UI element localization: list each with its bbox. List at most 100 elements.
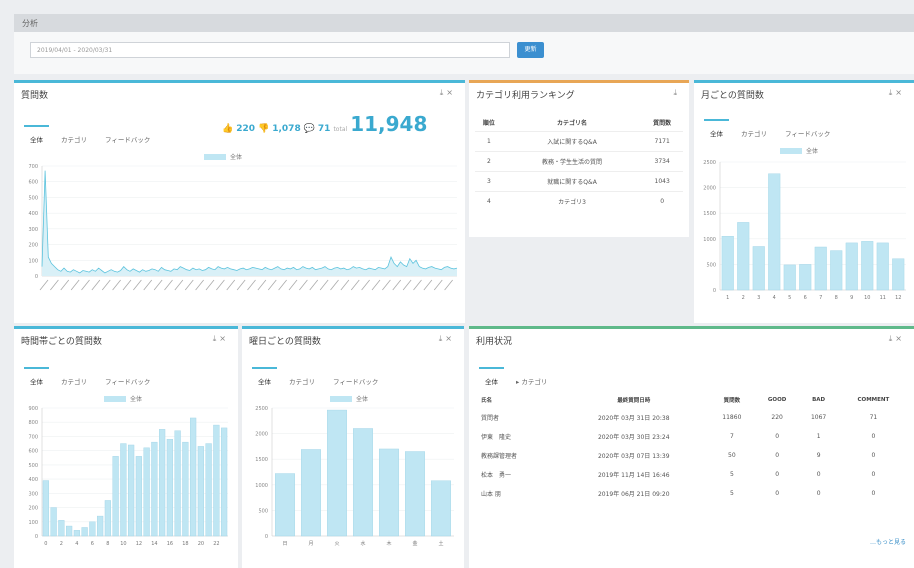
y-tick-label: 0 [35,534,38,540]
tab-category[interactable]: ▸ カテゴリ [514,374,549,388]
tab-feedback[interactable]: フィードバック [103,374,152,388]
bar [830,250,843,291]
bar [50,507,57,537]
panel-title: 月ごとの質問数 [701,91,764,101]
bar [768,173,781,291]
x-tick-label: 火 [334,541,339,547]
y-tick-label: 200 [28,506,38,512]
bar [135,456,142,537]
column-header-comment[interactable]: COMMENT [838,392,909,408]
x-tick-label: 12 [136,541,142,547]
tab-category[interactable]: カテゴリ [59,132,89,146]
rank-cell: 1 [475,131,503,152]
y-tick-label: 900 [28,406,38,412]
column-header-bad[interactable]: BAD [799,392,837,408]
bar [221,427,228,537]
feedback-stats: 👍 220 👎 1,078 💬 71 total 11,948 [222,112,427,136]
x-tick-label [371,279,381,291]
column-header-last-date[interactable]: 最終質問日時 [559,392,709,408]
table-row: 伊東 隆史 2020年 03月 30日 23:24 7 0 1 0 [479,427,909,446]
tab-feedback[interactable]: フィードバック [331,374,380,388]
date-range-input[interactable]: 2019/04/01 - 2020/03/31 [30,42,510,58]
panel-accent [469,80,689,83]
bar [166,439,173,537]
hourly-tabs: 全体 カテゴリ フィードバック [24,367,152,388]
bad-cell: 9 [816,452,821,459]
column-header-name[interactable]: 氏名 [479,392,559,408]
count-cell: 7 [729,433,734,440]
tab-feedback[interactable]: フィードバック [103,132,152,146]
x-tick-label [70,279,80,291]
tab-category[interactable]: カテゴリ [739,126,769,140]
monthly-bar-chart: 050010001500200025001 2 3 4 5 6 7 8 9 10 11 12 [703,160,906,301]
more-link[interactable]: …もっと見る [870,537,906,546]
page-title: 分析 [22,19,38,28]
close-icon[interactable]: × [445,334,455,343]
y-tick-label: 500 [28,463,38,469]
tab-feedback[interactable]: フィードバック [783,126,832,140]
x-tick-label [226,279,236,291]
comment-cell: 0 [871,490,876,497]
y-tick-label: 500 [258,508,268,514]
tab-all[interactable]: 全体 [252,367,277,388]
comment-cell: 0 [871,433,876,440]
download-icon[interactable]: ⤓ [673,88,680,97]
close-icon[interactable]: × [446,88,456,97]
tab-all[interactable]: 全体 [479,367,504,388]
x-tick-label [122,279,132,291]
bar [143,447,150,537]
bar [783,264,796,291]
hourly-bar-chart: 0 100 200 300 400 500 600 700 800 900 0 2 4 6 8 10 12 14 1… [28,406,228,547]
close-icon[interactable]: × [895,334,905,343]
questions-line-chart: 0 100 200 300 400 500 600 700 [28,164,458,291]
count-cell: 7171 [641,131,683,152]
tab-all[interactable]: 全体 [24,367,49,388]
panel-title: 利用状況 [476,337,513,347]
table-row: 松本 勇一 2019年 11月 14日 16:46 5 0 0 0 [479,465,909,484]
table-row: 1 入試に関するQ&A 7171 [475,131,683,152]
panel-controls: ⤓× [440,88,456,98]
column-header-count[interactable]: 質問数 [709,392,755,408]
x-tick-label [382,279,391,291]
date-cell: 2019年 11月 14日 16:46 [597,472,670,479]
date-cell: 2020年 03月 30日 23:24 [597,434,670,441]
close-icon[interactable]: × [219,334,229,343]
count-cell: 0 [641,191,683,211]
panel-controls: ⤓ [673,88,680,98]
bar [112,456,119,537]
hourly-panel: 時間帯ごとの質問数 ⤓× 全体 カテゴリ フィードバック 全体 0 100 200 3… [14,326,238,568]
panel-accent [469,326,914,329]
bar [301,449,321,537]
x-tick-label [433,279,443,291]
y-tick-label: 300 [28,227,38,233]
close-icon[interactable]: × [895,88,905,97]
bar [89,521,96,537]
tab-category[interactable]: カテゴリ [59,374,89,388]
x-tick-label [216,279,225,291]
x-tick-label [402,279,412,291]
y-tick-label: 0 [265,534,268,540]
ranking-panel: カテゴリ利用ランキング ⤓ 順位 カテゴリ名 質問数 1 入試に関するQ&A 717… [469,80,689,237]
bar [190,417,197,537]
name-cell: 松本 勇一 [481,472,512,479]
bad-count: 1,078 [272,124,301,134]
y-tick-label: 200 [28,243,38,249]
total-count: 11,948 [350,112,428,136]
apply-button[interactable]: 更新 [517,42,544,58]
x-tick-label: 日 [282,541,287,547]
panel-title: 時間帯ごとの質問数 [21,337,102,347]
x-tick-label [143,279,153,291]
bar [42,480,49,537]
tab-all[interactable]: 全体 [704,119,729,140]
questions-panel: 質問数 ⤓× 全体 カテゴリ フィードバック 👍 220 👎 1,078 💬 71 t… [14,80,465,323]
tab-all[interactable]: 全体 [24,125,49,146]
legend-swatch [104,395,126,402]
legend-swatch [204,153,226,160]
column-header-good[interactable]: GOOD [755,392,800,408]
tab-category[interactable]: カテゴリ [287,374,317,388]
y-tick-label: 1500 [255,457,268,463]
y-tick-label: 300 [28,491,38,497]
x-tick-label: 3 [757,295,760,301]
name-cell: 教務課管理者 [481,453,518,460]
panel-accent [694,80,914,83]
